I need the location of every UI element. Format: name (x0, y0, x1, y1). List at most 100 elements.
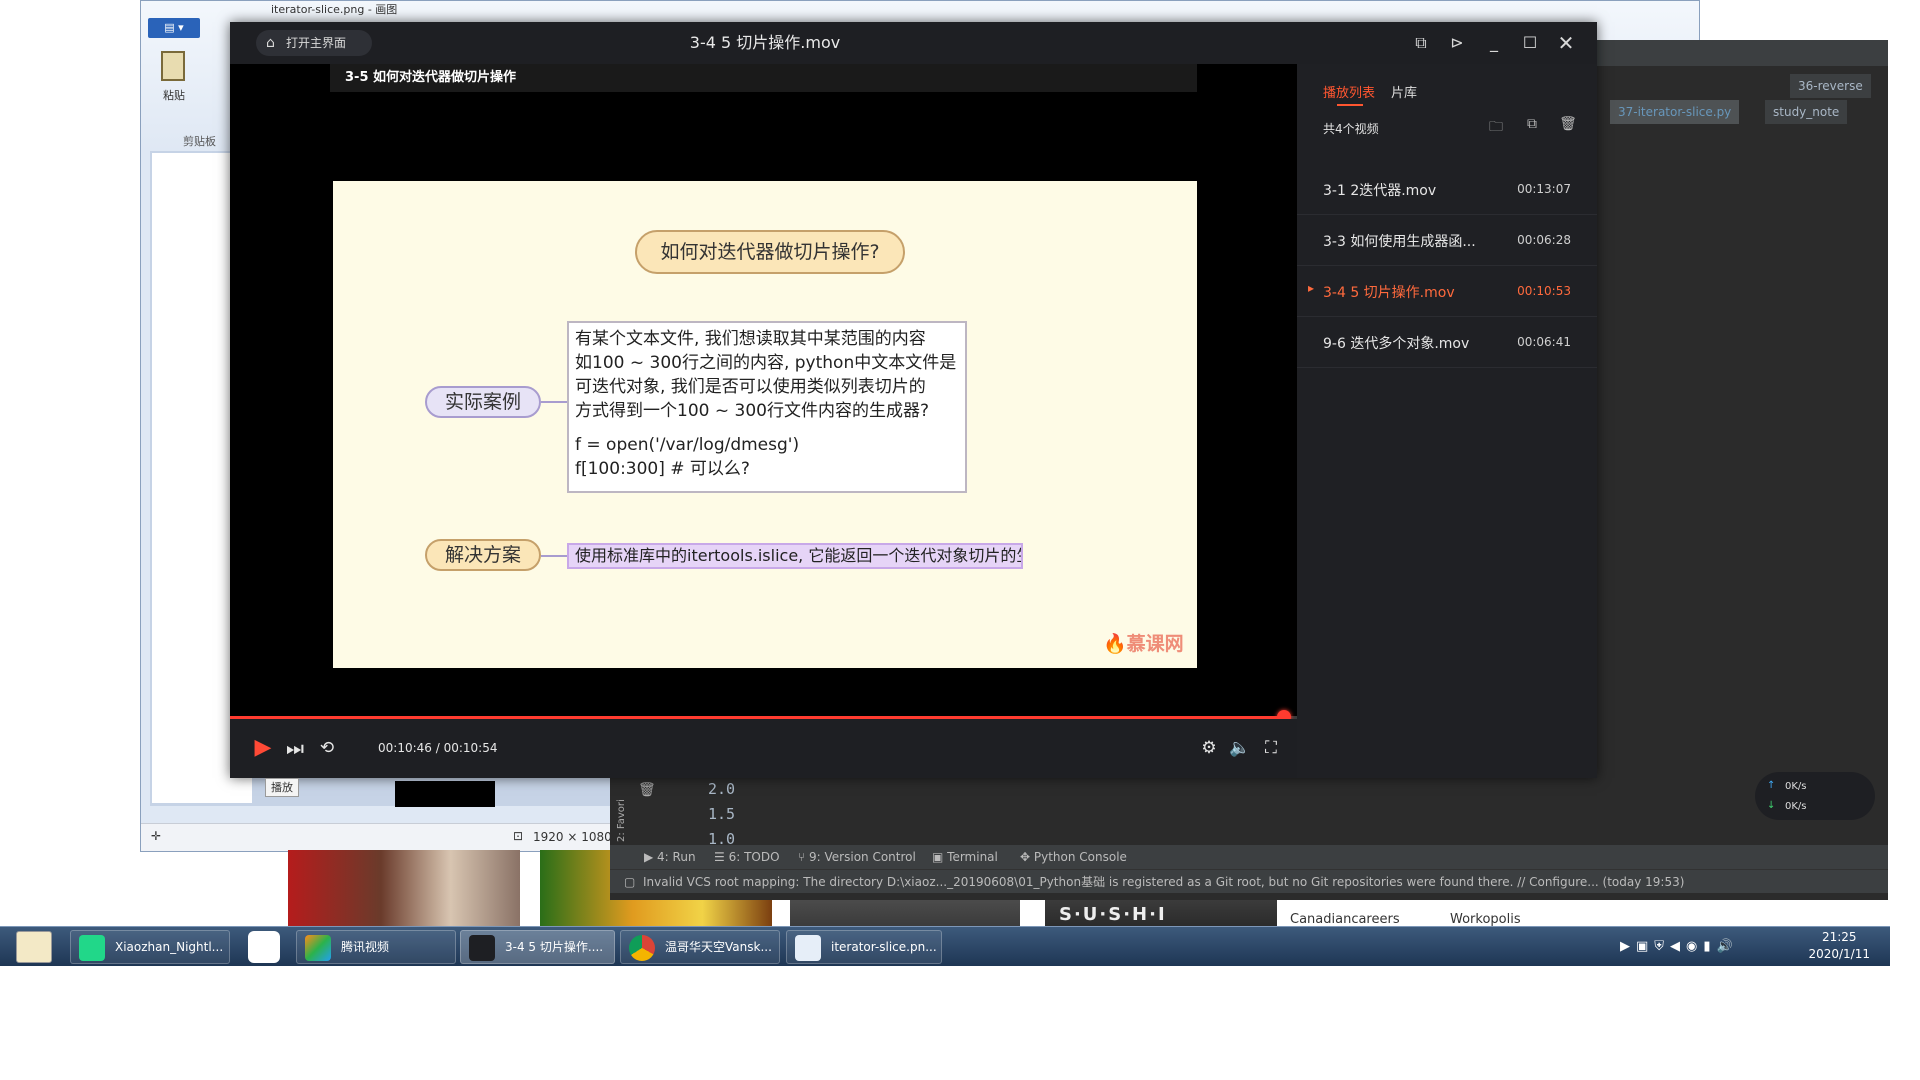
tab-playlist[interactable]: 播放列表 (1323, 82, 1375, 106)
vcs-tool-tab[interactable]: ⑂ 9: Version Control (798, 850, 916, 864)
trash-icon[interactable]: 🗑 (638, 782, 656, 798)
playlist-item-name: 3-4 5 切片操作.mov (1323, 285, 1455, 301)
playlist-panel: 播放列表 片库 共4个视频 🗀 ⧉ 🗑 3-1 2迭代器.mov 00:13:0… (1297, 64, 1597, 778)
playlist-item-name: 3-3 如何使用生成器函... (1323, 234, 1476, 250)
connector-line (541, 401, 567, 403)
upload-speed: 0K/s (1785, 781, 1807, 792)
favorites-side-tab[interactable]: 2: Favori (616, 772, 630, 842)
pycharm-icon (79, 935, 105, 961)
ad-link-canadiancareers[interactable]: Canadiancareers (1290, 912, 1400, 927)
loop-icon[interactable]: ⟲ (314, 735, 340, 761)
playlist-item-duration: 00:13:07 (1517, 182, 1571, 196)
home-icon: ⌂ (266, 35, 275, 51)
play-button[interactable]: ▶ (250, 735, 276, 761)
playlist-item[interactable]: 3-1 2迭代器.mov 00:13:07 (1297, 164, 1597, 215)
todo-tool-tab[interactable]: ☰ 6: TODO (714, 850, 780, 864)
task-chrome[interactable]: 温哥华天空Vansk... (620, 930, 780, 964)
python-console-tool-tab[interactable]: ✥ Python Console (1020, 850, 1127, 864)
cursor-position-icon: ✛ (151, 829, 162, 843)
open-folder-icon[interactable]: 🗀 (1487, 116, 1505, 135)
video-player-window: 3-4 5 切片操作.mov ⌂ 打开主界面 ⧉ ⊳ _ ☐ ✕ 3-5 如何对… (230, 22, 1597, 778)
sushi-sign: S·U·S·H·I (1059, 904, 1167, 925)
settings-gear-icon[interactable]: ⚙ (1196, 735, 1222, 761)
task-video-player[interactable]: 3-4 5 切片操作.... (460, 930, 615, 964)
tool-window-strip: ▶ 4: Run ☰ 6: TODO ⑂ 9: Version Control … (610, 845, 1888, 869)
editor-tab-study-note[interactable]: study_note (1765, 100, 1848, 124)
video-area[interactable]: 3-5 如何对迭代器做切片操作 如何对迭代器做切片操作? 实际案例 有某个文本文… (230, 64, 1297, 716)
video-lesson-header: 3-5 如何对迭代器做切片操作 (330, 64, 1197, 92)
tencent-video-icon (305, 935, 331, 961)
maximize-icon[interactable]: ☐ (1519, 32, 1541, 54)
player-titlebar: 3-4 5 切片操作.mov ⌂ 打开主界面 ⧉ ⊳ _ ☐ ✕ (230, 22, 1597, 64)
tab-library[interactable]: 片库 (1391, 82, 1417, 101)
open-home-button[interactable]: ⌂ 打开主界面 (256, 30, 372, 56)
case-textbox: 有某个文本文件, 我们想读取其中某范围的内容 如100 ~ 300行之间的内容,… (567, 321, 967, 493)
task-label: 温哥华天空Vansk... (665, 940, 772, 954)
taskbar-clock[interactable]: 21:25 2020/1/11 (1808, 929, 1870, 963)
system-tray-icons[interactable]: ▶▣⛨◀◉▮🔊 (1620, 939, 1739, 954)
paint-file-menu-button[interactable]: ▤ ▾ (148, 18, 200, 38)
playlist-item-current[interactable]: 3-4 5 切片操作.mov 00:10:53 (1297, 266, 1597, 317)
volume-icon[interactable]: 🔈 (1227, 735, 1253, 761)
close-icon[interactable]: ✕ (1555, 32, 1577, 54)
control-bar: ▶ ⏭ ⟲ 00:10:46 / 00:10:54 ⚙ 🔈 ⛶ (230, 719, 1297, 778)
task-tencent-video[interactable]: 腾讯视频 (296, 930, 456, 964)
notepad-icon[interactable] (16, 931, 52, 963)
clock-time: 21:25 (1821, 930, 1857, 944)
play-tooltip: 播放 (265, 778, 299, 797)
canvas-image-fragment (395, 781, 495, 807)
status-message[interactable]: ▢ Invalid VCS root mapping: The director… (624, 870, 1684, 894)
lecture-slide: 如何对迭代器做切片操作? 实际案例 有某个文本文件, 我们想读取其中某范围的内容… (333, 181, 1197, 668)
pin-icon[interactable]: ⊳ (1446, 32, 1468, 54)
playlist-item-name: 9-6 迭代多个对象.mov (1323, 336, 1470, 352)
solution-textbox: 使用标准库中的itertools.islice, 它能返回一个迭代对象切片的生成… (567, 543, 1023, 569)
solution-label: 解决方案 (425, 539, 541, 571)
task-label: 3-4 5 切片操作.... (505, 940, 604, 954)
paint-title: iterator-slice.png - 画图 (271, 3, 398, 16)
task-label: Xiaozhan_Nightl... (115, 940, 224, 954)
add-to-list-icon[interactable]: ⧉ (1523, 116, 1541, 134)
minimize-icon[interactable]: _ (1483, 32, 1505, 54)
download-speed: 0K/s (1785, 801, 1807, 812)
time-display: 00:10:46 / 00:10:54 (378, 741, 498, 755)
playlist-item[interactable]: 3-3 如何使用生成器函... 00:06:28 (1297, 215, 1597, 266)
code-line-slice: f[100:300] # 可以么? (575, 459, 750, 479)
next-button[interactable]: ⏭ (282, 735, 308, 761)
run-tool-tab[interactable]: ▶ 4: Run (644, 850, 696, 864)
player-app-icon (469, 935, 495, 961)
task-paint[interactable]: iterator-slice.pn... (786, 930, 942, 964)
current-time: 00:10:46 (378, 741, 432, 755)
editor-tab-36-reverse[interactable]: 36-reverse (1790, 74, 1871, 98)
background-photo-store (288, 850, 520, 926)
connector-line (541, 555, 567, 557)
playlist-item-duration: 00:10:53 (1517, 284, 1571, 298)
windows-taskbar: Xiaozhan_Nightl... 腾讯视频 3-4 5 切片操作.... 温… (0, 926, 1890, 966)
editor-tab-iterator-slice[interactable]: 37-iterator-slice.py (1610, 100, 1740, 124)
case-text-line: 可迭代对象, 我们是否可以使用类似列表切片的 (575, 377, 926, 397)
task-pycharm[interactable]: Xiaozhan_Nightl... (70, 930, 230, 964)
pycharm-statusbar: ▢ Invalid VCS root mapping: The director… (610, 869, 1888, 893)
clock-date: 2020/1/11 (1808, 947, 1870, 961)
chrome-icon (629, 935, 655, 961)
playlist-item-duration: 00:06:28 (1517, 233, 1571, 247)
task-label: 腾讯视频 (341, 940, 390, 954)
terminal-tool-tab[interactable]: ▣ Terminal (932, 850, 998, 864)
fullscreen-icon[interactable]: ⛶ (1258, 735, 1284, 761)
size-icon: ⊡ (513, 829, 524, 843)
baidu-netdisk-icon[interactable] (248, 931, 280, 963)
total-time: 00:10:54 (443, 741, 498, 755)
paste-icon[interactable] (161, 51, 185, 81)
mini-mode-icon[interactable]: ⧉ (1410, 32, 1432, 54)
watermark-logo: 🔥慕课网 (1103, 633, 1184, 655)
image-size: 1920 × 1080 (533, 830, 612, 844)
open-home-label: 打开主界面 (286, 36, 347, 50)
task-label: iterator-slice.pn... (831, 940, 937, 954)
playlist-item-duration: 00:06:41 (1517, 335, 1571, 349)
ad-link-workopolis[interactable]: Workopolis (1450, 912, 1521, 927)
delete-icon[interactable]: 🗑 (1559, 116, 1577, 134)
playlist-item[interactable]: 9-6 迭代多个对象.mov 00:06:41 (1297, 317, 1597, 368)
case-label: 实际案例 (425, 386, 541, 418)
console-line: 2.0 (708, 780, 736, 798)
case-text-line: 有某个文本文件, 我们想读取其中某范围的内容 (575, 329, 926, 349)
network-monitor[interactable]: ↑ 0K/s ↓ 0K/s (1755, 772, 1875, 820)
